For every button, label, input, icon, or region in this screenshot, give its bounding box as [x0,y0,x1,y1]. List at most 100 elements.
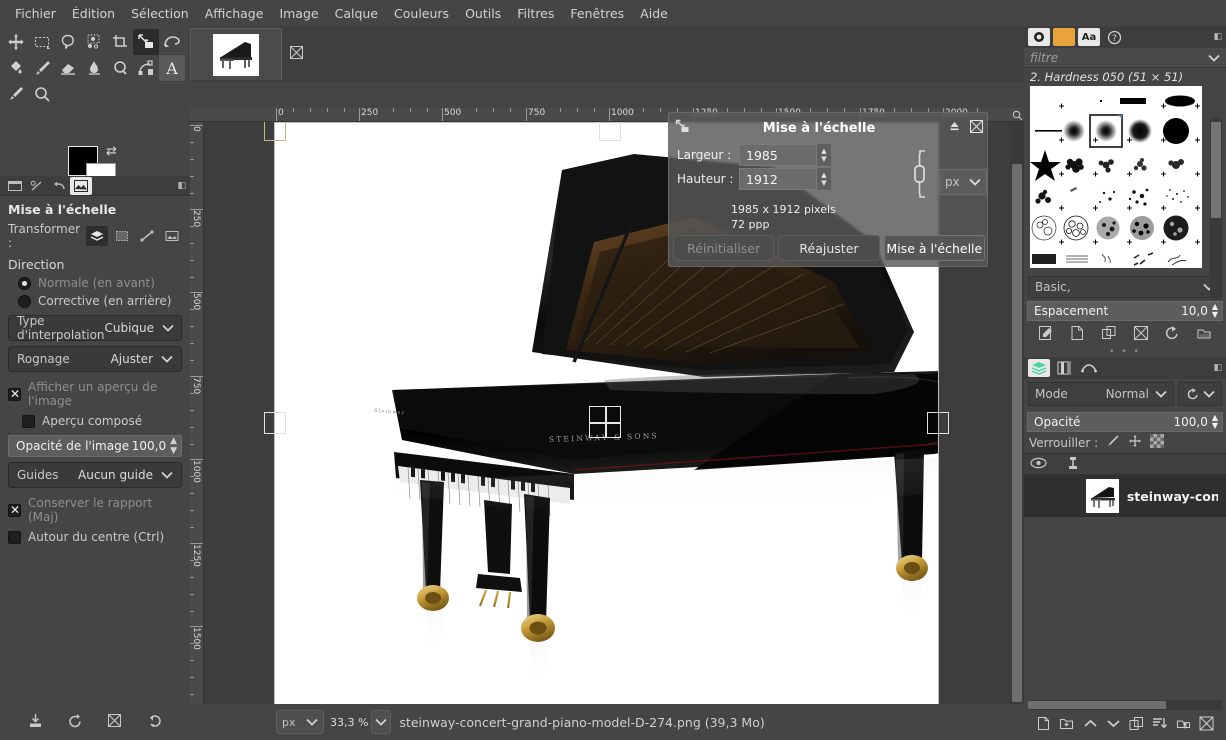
menu-outils[interactable]: Outils [457,3,509,24]
zoom-select[interactable] [371,710,392,734]
dock-resize-grip[interactable]: • • • [1024,347,1226,357]
eraser-tool[interactable] [55,55,81,81]
reset-tool-options-icon[interactable] [146,712,163,732]
new-layer-icon[interactable] [1036,716,1051,734]
menu-edition[interactable]: Édition [64,3,123,24]
lock-alpha-icon[interactable] [1150,434,1165,451]
brush-grid-scrollbar[interactable] [1210,118,1222,300]
channels-tab[interactable] [1053,359,1075,377]
vertical-scrollbar-thumb[interactable] [1012,164,1022,702]
edit-brush-icon[interactable] [1038,325,1054,344]
transform-handle-top-center[interactable] [599,122,621,141]
brush-set-combo[interactable]: Basic, [1028,276,1222,298]
width-input[interactable]: 1985 [739,144,817,166]
around-center-checkbox[interactable] [8,530,21,544]
direction-normal-row[interactable]: Normale (en avant) [0,274,190,292]
guides-combo[interactable]: Guides Aucun guide [8,462,182,488]
rectangle-select-tool[interactable] [29,29,55,55]
duplicate-brush-icon[interactable] [1101,325,1117,344]
layer-list-scrollbar[interactable] [1028,700,1222,710]
warp-transform-tool[interactable] [159,29,185,55]
menu-affichage[interactable]: Affichage [197,3,272,24]
show-preview-checkbox[interactable] [8,386,21,402]
layer-name[interactable]: steinway-conc [1127,489,1218,504]
paintbrush-tool[interactable] [29,55,55,81]
zoom-value[interactable]: 33,3 % [330,713,368,731]
tool-options-tab-icon[interactable] [4,177,26,195]
brush-grid-scrollbar-thumb[interactable] [1211,122,1221,218]
menu-calque[interactable]: Calque [327,3,386,24]
brush-spacing-spinner[interactable]: Espacement 10,0 ▲ ▼ [1027,301,1223,321]
merge-down-icon[interactable] [1152,716,1168,734]
smudge-tool[interactable] [81,55,107,81]
lock-pixels-icon[interactable] [1106,434,1120,451]
zoom-tool[interactable] [29,81,55,107]
delete-tool-preset-icon[interactable] [106,712,123,732]
brushes-tab[interactable] [1028,28,1050,46]
width-spinner-arrows[interactable]: ▲ ▼ [817,144,831,166]
spinner-arrows-icon[interactable]: ▲ ▼ [170,436,177,456]
transform-selection-button[interactable] [111,226,133,246]
menu-fichier[interactable]: Fichier [7,3,64,24]
document-history-tab[interactable]: ? [1103,28,1125,46]
chevron-down-icon[interactable] [1208,54,1220,62]
layer-opacity-spinner[interactable]: Opacité 100,0 ▲ ▼ [1027,412,1223,432]
transform-handle-top-left[interactable] [264,122,286,141]
crop-tool[interactable] [107,29,133,55]
move-tool[interactable] [3,29,29,55]
chain-link-toggle[interactable] [907,147,931,201]
transform-path-button[interactable] [136,226,158,246]
new-layer-group-icon[interactable] [1059,716,1074,734]
close-dialog-icon[interactable] [965,120,987,136]
show-preview-row[interactable]: Afficher un aperçu de l'image [0,377,190,411]
direction-corrective-row[interactable]: Corrective (en arrière) [0,292,190,310]
close-tab-icon[interactable] [290,46,303,62]
restore-tool-preset-icon[interactable] [67,712,84,732]
device-status-tab-icon[interactable] [26,177,48,195]
transform-handle-right-middle[interactable] [927,412,949,434]
scale-dialog[interactable]: Mise à l'échelle Largeur : 1985 ▲ ▼ Haute… [668,112,988,267]
zoom-image-button[interactable] [1010,108,1024,122]
menu-couleurs[interactable]: Couleurs [386,3,457,24]
bucket-fill-tool[interactable] [3,55,29,81]
dock-menu-icon[interactable]: ◧ [177,181,186,191]
swap-colors-icon[interactable]: ⇄ [106,144,117,159]
around-center-row[interactable]: Autour du centre (Ctrl) [0,527,190,547]
image-opacity-spinner[interactable]: Opacité de l'image 100,0 ▲ ▼ [8,435,182,457]
layer-mode-combo[interactable]: Mode Normal [1028,382,1174,406]
menu-aide[interactable]: Aide [632,3,676,24]
lock-position-icon[interactable] [1128,434,1142,451]
transform-layer-button[interactable] [86,226,109,246]
open-brush-folder-icon[interactable] [1196,325,1212,344]
brush-filter-row[interactable]: filtre [1024,48,1226,68]
clipping-combo[interactable]: Rognage Ajuster [8,346,182,372]
save-tool-preset-icon[interactable] [27,712,44,732]
menu-fenetres[interactable]: Fenêtres [562,3,632,24]
spinner-arrows-icon[interactable]: ▲ ▼ [1212,414,1218,430]
direction-normal-radio[interactable] [18,276,31,290]
free-select-tool[interactable] [55,29,81,55]
unified-transform-tool[interactable] [133,29,159,55]
new-brush-icon[interactable] [1069,325,1085,344]
composited-preview-row[interactable]: Aperçu composé [0,411,190,431]
menu-selection[interactable]: Sélection [123,3,197,24]
clone-tool[interactable] [107,55,133,81]
transform-image-button[interactable] [161,226,183,246]
patterns-tab[interactable] [1053,28,1075,46]
unit-select[interactable]: px [939,169,987,195]
refresh-brushes-icon[interactable] [1164,325,1180,344]
image-tab[interactable] [190,28,282,80]
dock-menu-icon[interactable]: ◧ [1213,32,1222,42]
vertical-scrollbar[interactable] [1010,122,1024,724]
keep-aspect-checkbox[interactable] [8,502,21,518]
brush-grid[interactable] [1030,86,1202,268]
vertical-ruler[interactable]: 0 250 500 750 1000 1250 1500 [190,122,204,740]
fonts-tab[interactable]: Aa [1078,28,1100,46]
height-spinner-arrows[interactable]: ▲ ▼ [817,168,831,190]
direction-corrective-radio[interactable] [18,294,31,308]
fuzzy-select-tool[interactable] [81,29,107,55]
reset-button[interactable]: Réinitialiser [673,235,775,261]
layer-blend-space-button[interactable] [1178,382,1222,406]
transform-handle-center[interactable] [589,406,621,438]
scale-button[interactable]: Mise à l'échelle [883,235,985,261]
